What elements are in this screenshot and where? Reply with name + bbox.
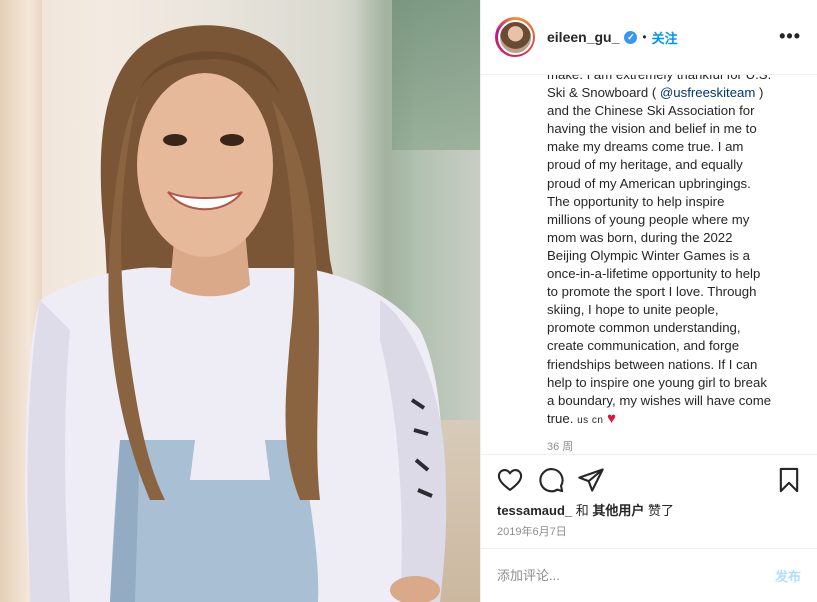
flags-emoji: us cn: [577, 414, 604, 426]
avatar-image: [497, 19, 533, 55]
likes-summary: tessamaud_ 和 其他用户 赞了: [497, 500, 674, 519]
caption-line: The opportunity to help inspire: [547, 193, 725, 209]
post-header: eileen_gu_ ✓ • 关注 •••: [481, 0, 817, 75]
caption-line: help to inspire one young girl to break: [547, 374, 767, 390]
post-date[interactable]: 2019年6月7日: [497, 523, 567, 539]
caption-timestamp: 36 周: [547, 440, 574, 453]
likes-suffix: 赞了: [644, 503, 675, 518]
share-paper-plane-icon[interactable]: [577, 466, 605, 494]
likes-conjunction: 和: [572, 503, 593, 518]
separator-dot: •: [642, 30, 647, 44]
other-likers-link[interactable]: 其他用户: [592, 503, 644, 518]
action-bar: [481, 454, 817, 504]
red-heart-icon: ♥: [607, 409, 617, 427]
photo-subject: [25, 25, 447, 602]
caption-line: friendships between nations. If I can: [547, 356, 758, 372]
comment-input[interactable]: [497, 568, 775, 583]
caption-line: proud of my heritage, and equally: [547, 157, 743, 173]
caption-line: to promote the sport I love. Through: [547, 284, 757, 300]
like-heart-icon[interactable]: [496, 466, 524, 494]
caption-line: a boundary, my wishes will have come: [547, 392, 772, 408]
post-comment-button[interactable]: 发布: [775, 566, 801, 585]
follow-button[interactable]: 关注: [652, 28, 678, 47]
verified-badge-icon: ✓: [624, 30, 638, 44]
caption-line: mom was born, during the 2022: [547, 229, 733, 245]
comment-bubble-icon[interactable]: [537, 466, 565, 494]
liker-username-link[interactable]: tessamaud_: [497, 503, 572, 518]
caption-line: skiing, I hope to unite people,: [547, 302, 719, 318]
caption-line: Ski & Snowboard ( @usfreeskiteam ): [547, 85, 764, 101]
caption-line: create communication, and forge: [547, 338, 740, 354]
post-detail-panel: eileen_gu_ ✓ • 关注 ••• make. I am extreme…: [480, 0, 817, 602]
caption-scroll-area[interactable]: make. I am extremely thankful for U.S. S…: [481, 66, 817, 454]
caption-line: Beijing Olympic Winter Games is a: [547, 247, 750, 263]
caption-line: true. us cn ♥: [547, 409, 617, 427]
username-link[interactable]: eileen_gu_: [547, 29, 619, 45]
more-options-icon[interactable]: •••: [779, 27, 801, 45]
avatar[interactable]: [495, 17, 535, 57]
save-bookmark-icon[interactable]: [775, 466, 803, 494]
caption-line: once-in-a-lifetime opportunity to help: [547, 266, 761, 282]
caption-line: and the Chinese Ski Association for: [547, 103, 755, 119]
caption-line: proud of my American upbringings.: [547, 175, 751, 191]
mention-link[interactable]: @usfreeskiteam: [660, 85, 755, 100]
comment-bar: 发布: [481, 548, 817, 602]
caption-line: having the vision and belief in me to: [547, 121, 757, 137]
post-photo[interactable]: [0, 0, 480, 602]
caption-line: promote common understanding,: [547, 320, 741, 336]
caption-line: make my dreams come true. I am: [547, 139, 744, 155]
caption-line: millions of young people where my: [547, 211, 750, 227]
